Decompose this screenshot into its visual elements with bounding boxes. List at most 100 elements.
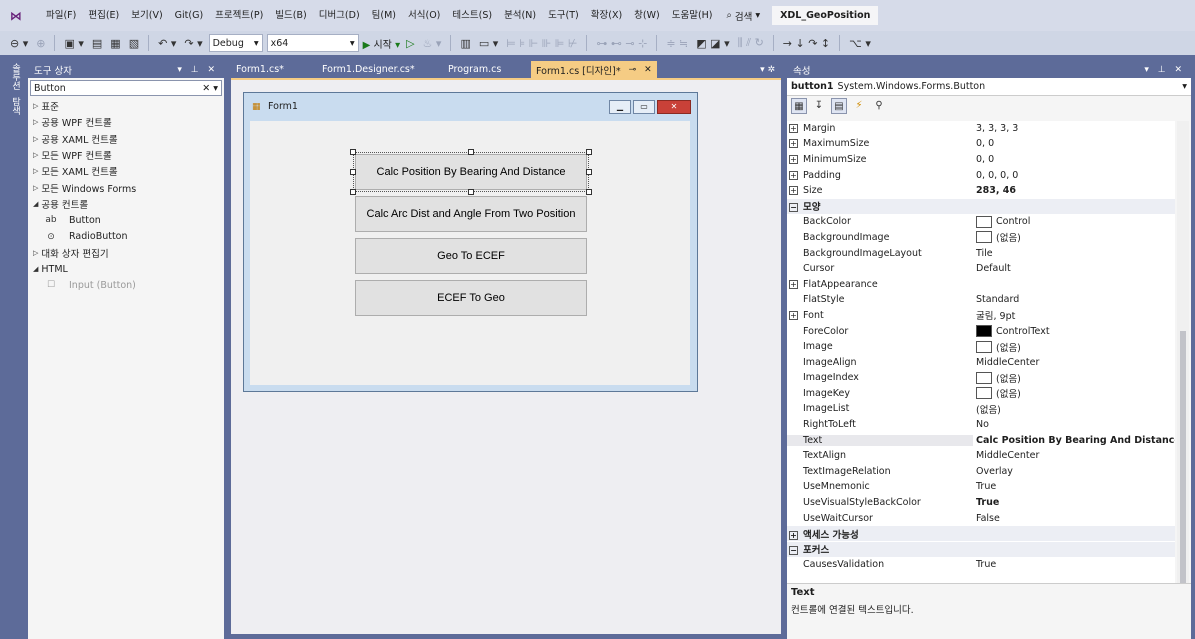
expand-icon[interactable]: +	[789, 154, 798, 164]
caret-collapsed-icon[interactable]: ▷	[33, 249, 38, 257]
property-category[interactable]: − 모양	[787, 198, 1175, 215]
caret-collapsed-icon[interactable]: ▷	[33, 167, 38, 175]
property-row[interactable]: TextImageRelation Overlay	[787, 464, 1175, 480]
toolbox-group[interactable]: ▷ 모든 Windows Forms	[28, 179, 224, 195]
menu-item[interactable]: 프로젝트(P)	[209, 0, 269, 31]
property-value-cell[interactable]: True	[973, 497, 1175, 508]
center-horizontally-icon[interactable]: ⊶ ⊷ ⊸ ⊹	[594, 37, 649, 50]
expand-icon[interactable]: +	[789, 279, 798, 289]
property-value-cell[interactable]: Control	[973, 215, 1175, 228]
property-value-cell[interactable]: (없음)	[973, 230, 1175, 244]
property-row[interactable]: Cursor Default	[787, 261, 1175, 277]
spacing-icon[interactable]: ≑ ≒	[664, 37, 690, 50]
property-value-cell[interactable]: ControlText	[973, 325, 1175, 338]
toolbox-group[interactable]: ▷ 모든 WPF 컨트롤	[28, 147, 224, 163]
resize-handle[interactable]	[586, 189, 592, 195]
property-row[interactable]: ForeColor ControlText	[787, 324, 1175, 340]
property-row[interactable]: + Font 굴림, 9pt	[787, 308, 1175, 324]
object-selector[interactable]: button1 System.Windows.Forms.Button ▾	[787, 78, 1191, 96]
property-row[interactable]: + Padding 0, 0, 0, 0	[787, 168, 1175, 184]
property-value-cell[interactable]: No	[973, 419, 1175, 430]
open-file-icon[interactable]: ▤	[90, 37, 104, 50]
property-grid-scrollbar[interactable]	[1177, 121, 1189, 637]
align-left-icon[interactable]: ⊨ ⊧ ⊩ ⊪ ⊫ ⊬	[504, 37, 579, 50]
solution-platform-select[interactable]: x64 ▾	[266, 34, 359, 52]
toolbox-group[interactable]: ◢ 공용 컨트롤	[28, 196, 224, 212]
expand-icon[interactable]: +	[789, 123, 798, 133]
property-row[interactable]: ImageAlign MiddleCenter	[787, 355, 1175, 371]
toolbox-search-input[interactable]: Button ✕ ▾	[30, 80, 222, 96]
menu-item[interactable]: 창(W)	[628, 0, 666, 31]
property-row[interactable]: BackgroundImageLayout Tile	[787, 246, 1175, 262]
close-icon[interactable]: ✕	[657, 99, 691, 114]
property-row[interactable]: + FlatAppearance	[787, 277, 1175, 293]
side-tab-solution[interactable]: 솔루션	[8, 63, 22, 90]
toolbox-group[interactable]: ▷ 공용 WPF 컨트롤	[28, 114, 224, 130]
order-icon[interactable]: ⫼ ⫽ ↻	[736, 36, 766, 50]
caret-expanded-icon[interactable]: ◢	[33, 200, 38, 208]
property-row[interactable]: FlatStyle Standard	[787, 293, 1175, 309]
property-row[interactable]: ImageIndex (없음)	[787, 371, 1175, 387]
caret-expanded-icon[interactable]: ◢	[33, 265, 38, 273]
document-tab[interactable]: Form1.cs*	[231, 61, 317, 78]
menu-item[interactable]: 보기(V)	[125, 0, 168, 31]
solution-configuration-select[interactable]: Debug ▾	[208, 34, 263, 52]
resize-handle[interactable]	[468, 149, 474, 155]
events-icon[interactable]: ⚡	[851, 98, 867, 114]
toolbox-group[interactable]: ▷ 모든 XAML 컨트롤	[28, 163, 224, 179]
caret-collapsed-icon[interactable]: ▷	[33, 102, 38, 110]
property-row[interactable]: Image (없음)	[787, 339, 1175, 355]
start-without-debugging-icon[interactable]: ▷	[404, 37, 416, 50]
menu-item[interactable]: 도구(T)	[542, 0, 585, 31]
toolbox-group[interactable]: ▷ 공용 XAML 컨트롤	[28, 131, 224, 147]
property-value-cell[interactable]: False	[973, 513, 1175, 524]
property-value-cell[interactable]: True	[973, 559, 1175, 570]
toolbox-icon[interactable]: ▥	[458, 37, 472, 50]
toolbox-item[interactable]: ab Button	[28, 212, 224, 228]
panel-controls-icon[interactable]: ▾ ⊥ ✕	[177, 65, 218, 75]
ecef-to-geo-button[interactable]: ECEF To Geo	[355, 280, 587, 316]
menu-item[interactable]: 확장(X)	[585, 0, 628, 31]
toolbox-item[interactable]: ⊙ RadioButton	[28, 228, 224, 244]
properties-icon[interactable]: ▤	[831, 98, 847, 114]
expand-icon[interactable]: +	[789, 530, 798, 540]
property-value-cell[interactable]: Tile	[973, 248, 1175, 259]
resize-handle[interactable]	[586, 149, 592, 155]
expand-icon[interactable]: +	[789, 186, 798, 196]
expand-icon[interactable]: +	[789, 139, 798, 149]
property-row[interactable]: TextAlign MiddleCenter	[787, 448, 1175, 465]
maximize-icon[interactable]: ▭	[633, 99, 655, 114]
caret-collapsed-icon[interactable]: ▷	[33, 151, 38, 159]
property-pages-icon[interactable]: ⚲	[871, 98, 887, 114]
new-project-icon[interactable]: ▣ ▾	[62, 37, 85, 50]
property-row[interactable]: BackColor Control	[787, 215, 1175, 231]
property-value-cell[interactable]: Calc Position By Bearing And Distance	[973, 435, 1175, 446]
property-row[interactable]: UseMnemonic True	[787, 480, 1175, 496]
property-value-cell[interactable]: MiddleCenter	[973, 357, 1175, 368]
menu-item[interactable]: Git(G)	[169, 0, 210, 31]
undo-icon[interactable]: ↶ ▾	[156, 37, 178, 50]
collapse-icon[interactable]: −	[789, 203, 798, 213]
property-value-cell[interactable]: (없음)	[973, 386, 1175, 400]
property-row[interactable]: + Size 283, 46	[787, 183, 1175, 199]
property-value-cell[interactable]: (없음)	[973, 371, 1175, 385]
collapse-icon[interactable]: −	[789, 546, 798, 556]
property-value-cell[interactable]: 0, 0	[973, 138, 1175, 149]
property-value-cell[interactable]: 283, 46	[973, 185, 1175, 196]
categorized-icon[interactable]: ▦	[791, 98, 807, 114]
clear-search-icon[interactable]: ✕ ▾	[202, 83, 218, 94]
property-value-cell[interactable]: 3, 3, 3, 3	[973, 123, 1175, 134]
resize-handle[interactable]	[350, 149, 356, 155]
property-category[interactable]: − 포커스	[787, 542, 1175, 558]
property-row[interactable]: Text Calc Position By Bearing And Distanc…	[787, 433, 1175, 449]
resize-handle[interactable]	[350, 189, 356, 195]
resize-handle[interactable]	[350, 169, 356, 175]
menu-item[interactable]: 파일(F)	[40, 0, 82, 31]
start-debugging-button[interactable]: ▶ 시작 ▾	[363, 36, 400, 51]
menu-item[interactable]: 분석(N)	[498, 0, 542, 31]
menu-item[interactable]: 빌드(B)	[269, 0, 312, 31]
property-value-cell[interactable]: 0, 0, 0, 0	[973, 170, 1175, 181]
tab-order-icon[interactable]: → ↓ ↷ ↕	[781, 37, 832, 50]
resize-handle[interactable]	[468, 189, 474, 195]
expand-icon[interactable]: +	[789, 310, 798, 320]
